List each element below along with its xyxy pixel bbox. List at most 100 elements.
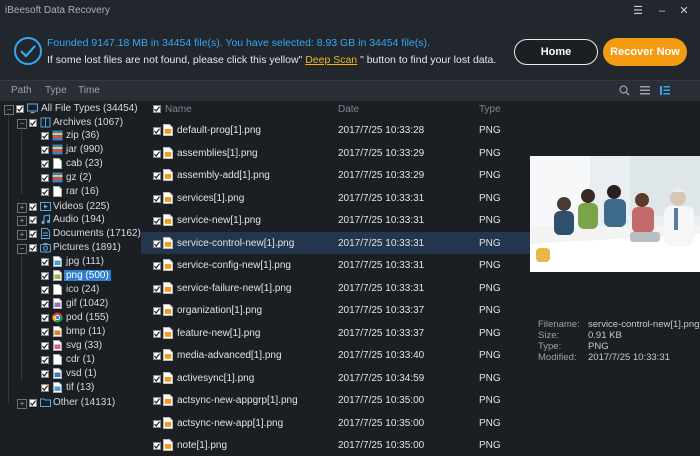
file-row[interactable]: feature-new[1].png 2017/7/25 10:33:37 PNG xyxy=(141,322,530,344)
detail-view-icon[interactable] xyxy=(660,86,670,95)
checkbox-icon[interactable] xyxy=(41,132,49,140)
checkbox-icon[interactable] xyxy=(41,174,49,182)
tab-type[interactable]: Type xyxy=(45,85,67,96)
file-row[interactable]: note[1].png 2017/7/25 10:35:00 PNG xyxy=(141,434,530,456)
home-button[interactable]: Home xyxy=(514,39,598,65)
checkbox-icon[interactable] xyxy=(41,342,49,350)
checkbox-icon[interactable] xyxy=(153,442,161,450)
file-row[interactable]: activesync[1].png 2017/7/25 10:34:59 PNG xyxy=(141,367,530,389)
collapse-icon[interactable]: − xyxy=(4,105,14,115)
checkbox-icon[interactable] xyxy=(41,188,49,196)
file-row[interactable]: organization[1].png 2017/7/25 10:33:37 PNG xyxy=(141,299,530,321)
checkbox-icon[interactable] xyxy=(153,374,161,383)
checkbox-icon[interactable] xyxy=(29,230,37,238)
folder-icon xyxy=(40,398,51,407)
file-row[interactable]: service-config-new[1].png 2017/7/25 10:33… xyxy=(141,254,530,276)
tree-item-other[interactable]: + Other (14131) xyxy=(17,397,140,410)
file-row[interactable]: assemblies[1].png 2017/7/25 10:33:29 PNG xyxy=(141,142,530,164)
search-icon[interactable] xyxy=(619,85,630,96)
checkbox-icon[interactable] xyxy=(153,172,161,180)
file-row[interactable]: service-failure-new[1].png 2017/7/25 10:3… xyxy=(141,277,530,299)
checkbox-icon[interactable] xyxy=(29,119,37,127)
list-view-icon[interactable] xyxy=(640,86,650,95)
close-icon[interactable]: ✕ xyxy=(676,3,692,19)
checkbox-icon[interactable] xyxy=(41,146,49,154)
checkbox-icon[interactable] xyxy=(153,352,161,360)
tree-item-documents[interactable]: + Documents (17162) xyxy=(17,228,141,241)
checkbox-icon[interactable] xyxy=(153,397,161,405)
checkbox-icon[interactable] xyxy=(41,384,49,392)
expand-icon[interactable]: + xyxy=(17,399,27,409)
checkbox-icon[interactable] xyxy=(29,244,37,252)
checkbox-icon[interactable] xyxy=(41,314,49,322)
column-header-name[interactable]: Name xyxy=(165,104,192,115)
tree-item-bmp[interactable]: bmp (11) xyxy=(41,326,140,339)
minimize-icon[interactable]: – xyxy=(654,3,670,19)
collapse-icon[interactable]: − xyxy=(17,244,27,254)
checkbox-icon[interactable] xyxy=(41,272,49,280)
checkbox-icon[interactable] xyxy=(153,262,161,270)
checkbox-icon[interactable] xyxy=(41,300,49,308)
checkbox-icon[interactable] xyxy=(153,307,161,315)
tree-item-archives[interactable]: − Archives (1067) xyxy=(17,117,140,130)
expand-icon[interactable]: + xyxy=(17,216,27,226)
checkbox-icon[interactable] xyxy=(153,419,161,428)
tree-item-videos[interactable]: + Videos (225) xyxy=(17,201,140,214)
tree-item-jpg[interactable]: jpg (111) xyxy=(41,256,140,269)
tab-path[interactable]: Path xyxy=(11,85,32,96)
checkbox-icon[interactable] xyxy=(16,105,24,113)
tree-item-ico[interactable]: ico (24) xyxy=(41,284,140,297)
tree-item-audio[interactable]: + Audio (194) xyxy=(17,214,140,227)
tree-item-pictures[interactable]: − Pictures (1891) xyxy=(17,242,140,255)
checkbox-icon[interactable] xyxy=(29,399,37,407)
file-date: 2017/7/25 10:33:37 xyxy=(338,305,425,316)
file-row[interactable]: media-advanced[1].png 2017/7/25 10:33:40 P… xyxy=(141,344,530,366)
checkbox-icon[interactable] xyxy=(153,217,161,225)
tree-item-cdr[interactable]: cdr (1) xyxy=(41,354,140,367)
tree-item-gz[interactable]: gz (2) xyxy=(41,172,140,185)
select-all-checkbox-icon[interactable] xyxy=(153,105,161,113)
menu-icon[interactable]: ☰ xyxy=(630,3,646,19)
tree-item-svg[interactable]: svg (33) xyxy=(41,340,140,353)
checkbox-icon[interactable] xyxy=(153,329,161,338)
file-row[interactable]: actsync-new-app[1].png 2017/7/25 10:35:00… xyxy=(141,412,530,434)
tab-time[interactable]: Time xyxy=(78,85,100,96)
checkbox-icon[interactable] xyxy=(41,258,49,266)
checkbox-icon[interactable] xyxy=(153,239,161,248)
tree-label: jpg (111) xyxy=(66,256,104,267)
checkbox-icon[interactable] xyxy=(41,328,49,336)
tree-item-vsd[interactable]: vsd (1) xyxy=(41,368,140,381)
deep-scan-link[interactable]: Deep Scan xyxy=(305,54,357,66)
checkbox-icon[interactable] xyxy=(29,216,37,224)
expand-icon[interactable]: + xyxy=(17,230,27,240)
checkbox-icon[interactable] xyxy=(153,284,161,293)
file-row[interactable]: service-control-new[1].png 2017/7/25 10:3… xyxy=(141,231,530,254)
tree-item-png[interactable]: png (500) xyxy=(41,270,140,283)
checkbox-icon[interactable] xyxy=(153,194,161,203)
file-row[interactable]: service-new[1].png 2017/7/25 10:33:31 PNG xyxy=(141,209,530,231)
checkbox-icon[interactable] xyxy=(29,203,37,211)
collapse-icon[interactable]: − xyxy=(17,119,27,129)
column-header-type[interactable]: Type xyxy=(479,104,501,115)
checkbox-icon[interactable] xyxy=(41,160,49,168)
tree-item-rar[interactable]: rar (16) xyxy=(41,186,140,199)
tree-item-zip[interactable]: zip (36) xyxy=(41,130,140,143)
file-row[interactable]: services[1].png 2017/7/25 10:33:31 PNG xyxy=(141,187,530,209)
expand-icon[interactable]: + xyxy=(17,203,27,213)
recover-now-button[interactable]: Recover Now xyxy=(603,38,687,66)
tree-item-jar[interactable]: jar (990) xyxy=(41,144,140,157)
tree-item-gif[interactable]: gif (1042) xyxy=(41,298,140,311)
tree-item-all-file-types[interactable]: − All File Types (34454) xyxy=(4,103,140,116)
column-header-date[interactable]: Date xyxy=(338,104,359,115)
checkbox-icon[interactable] xyxy=(41,356,49,364)
checkbox-icon[interactable] xyxy=(41,370,49,378)
file-row[interactable]: actsync-new-appgrp[1].png 2017/7/25 10:35… xyxy=(141,389,530,411)
checkbox-icon[interactable] xyxy=(153,127,161,135)
checkbox-icon[interactable] xyxy=(41,286,49,294)
tree-item-pod[interactable]: pod (155) xyxy=(41,312,140,325)
tree-item-tif[interactable]: tif (13) xyxy=(41,382,140,395)
tree-item-cab[interactable]: cab (23) xyxy=(41,158,140,171)
file-row[interactable]: assembly-add[1].png 2017/7/25 10:33:29 PNG xyxy=(141,164,530,186)
checkbox-icon[interactable] xyxy=(153,149,161,158)
file-row[interactable]: default-prog[1].png 2017/7/25 10:33:28 PNG xyxy=(141,119,530,141)
